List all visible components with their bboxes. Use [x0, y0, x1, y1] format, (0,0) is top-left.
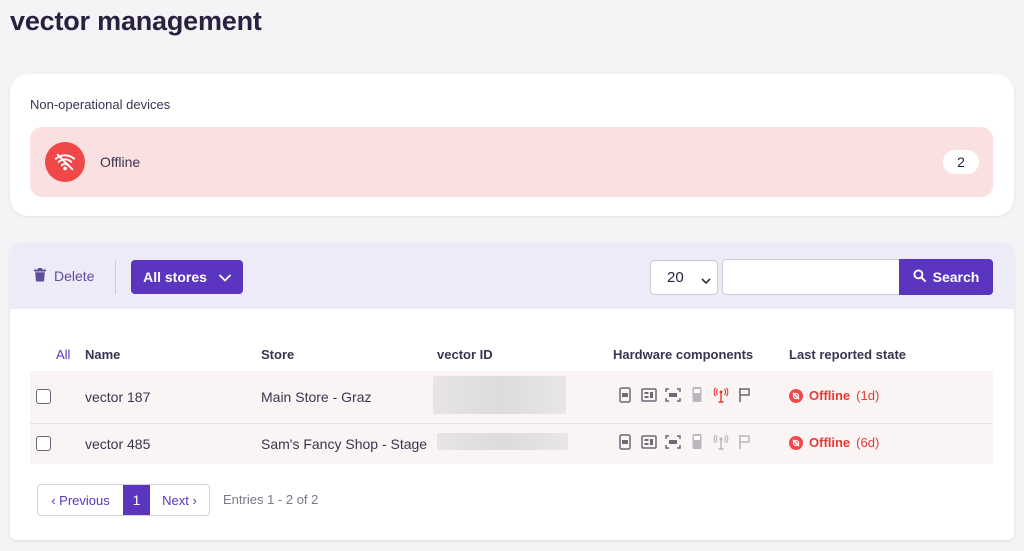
- row-name[interactable]: vector 187: [85, 389, 150, 405]
- trash-icon: [34, 267, 46, 285]
- receipt-printer-icon: [640, 386, 657, 403]
- delete-button[interactable]: Delete: [34, 266, 94, 286]
- row-state: Offline (6d): [789, 435, 879, 450]
- page-title: vector management: [10, 6, 262, 36]
- search-icon: [913, 269, 926, 285]
- next-page-button[interactable]: Next ›: [150, 485, 209, 515]
- chevron-down-icon: [219, 269, 231, 285]
- row-checkbox[interactable]: [36, 389, 51, 404]
- column-header-state[interactable]: Last reported state: [789, 347, 906, 362]
- flag-icon: [736, 386, 753, 403]
- vector-id-redacted: [437, 433, 568, 450]
- vector-id-redacted: [433, 376, 566, 414]
- offline-status-icon: [789, 388, 803, 403]
- entries-summary: Entries 1 - 2 of 2: [223, 492, 319, 507]
- terminal-icon: [688, 433, 705, 450]
- previous-page-button[interactable]: ‹ Previous: [38, 485, 123, 515]
- page-size-value: 20: [667, 269, 684, 286]
- stores-dropdown[interactable]: All stores: [131, 260, 243, 294]
- search-input[interactable]: [722, 259, 900, 295]
- offline-status-icon: [789, 435, 803, 450]
- terminal-icon: [688, 386, 705, 403]
- non-operational-card: Non-operational devices Offline 2: [10, 74, 1014, 216]
- antenna-icon: [712, 433, 729, 450]
- offline-summary-row[interactable]: Offline 2: [30, 127, 993, 197]
- current-page-button[interactable]: 1: [123, 485, 150, 515]
- stores-label: All stores: [143, 269, 207, 285]
- hardware-components: [616, 386, 753, 403]
- page-size-select[interactable]: 20: [650, 260, 718, 295]
- wifi-off-icon: [45, 142, 85, 182]
- column-header-name[interactable]: Name: [85, 347, 120, 362]
- antenna-icon: [712, 386, 729, 403]
- column-header-vector-id[interactable]: vector ID: [437, 347, 493, 362]
- pagination: ‹ Previous 1 Next ›: [37, 484, 210, 516]
- state-age: (6d): [856, 435, 880, 450]
- card-reader-icon: [616, 433, 633, 450]
- receipt-printer-icon: [640, 433, 657, 450]
- search-label: Search: [932, 269, 980, 285]
- state-age: (1d): [856, 388, 880, 403]
- chevron-down-icon: [701, 272, 711, 289]
- toolbar-divider: [115, 260, 116, 294]
- offline-count-badge: 2: [943, 150, 979, 174]
- row-store: Main Store - Graz: [261, 389, 372, 405]
- offline-label: Offline: [100, 154, 141, 170]
- scanner-icon: [664, 433, 681, 450]
- card-reader-icon: [616, 386, 633, 403]
- non-operational-title: Non-operational devices: [30, 97, 171, 112]
- hardware-components: [616, 433, 753, 450]
- delete-label: Delete: [54, 268, 95, 284]
- row-checkbox[interactable]: [36, 436, 51, 451]
- flag-icon: [736, 433, 753, 450]
- scanner-icon: [664, 386, 681, 403]
- column-header-store[interactable]: Store: [261, 347, 294, 362]
- state-label: Offline: [809, 435, 851, 450]
- state-label: Offline: [809, 388, 851, 403]
- column-header-hardware: Hardware components: [613, 347, 754, 362]
- select-all-link[interactable]: All: [56, 347, 70, 362]
- row-state: Offline (1d): [789, 388, 879, 403]
- row-store: Sam's Fancy Shop - Stage: [261, 436, 428, 452]
- table-toolbar: Delete All stores 20 Search: [10, 243, 1014, 309]
- search-button[interactable]: Search: [899, 259, 993, 295]
- row-name[interactable]: vector 485: [85, 436, 150, 452]
- devices-table-card: Delete All stores 20 Search All Name Sto…: [10, 243, 1014, 540]
